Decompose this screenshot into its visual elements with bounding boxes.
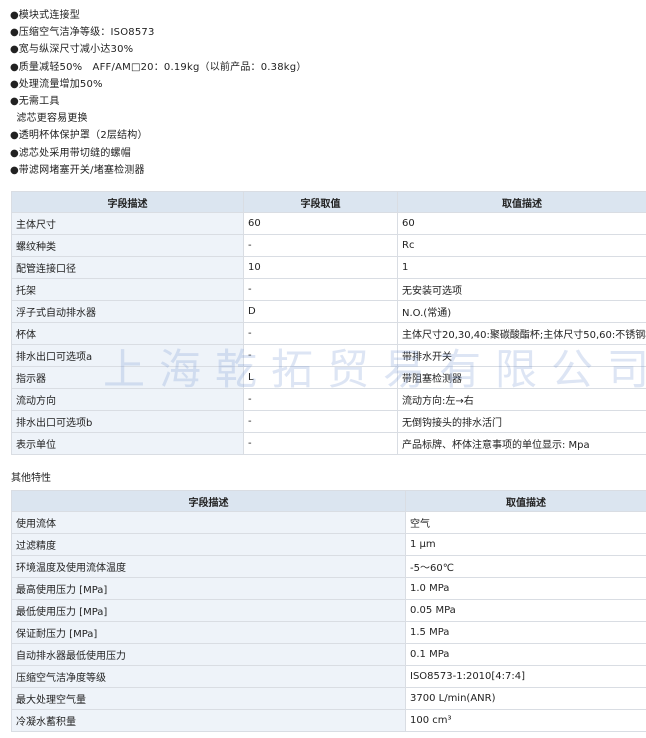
feature-item: ●处理流量增加50% [10, 78, 103, 90]
field-name: 最低使用压力 [MPa] [11, 599, 406, 622]
feature-list: ●模块式连接型 ●压缩空气洁净等级：ISO8573 ●宽与纵深尺寸减小达30% … [10, 7, 307, 179]
field-value: D [243, 300, 398, 323]
table-row: 自动排水器最低使用压力 0.1 MPa [11, 643, 646, 666]
feature-item: ●无需工具 [10, 95, 60, 107]
field-name: 浮子式自动排水器 [11, 300, 244, 323]
value-description: N.O.(常通) [397, 300, 646, 323]
value-description: 带阻塞检测器 [397, 366, 646, 389]
value-description: 100 cm³ [405, 709, 646, 732]
table-row: 冷凝水蓄积量 100 cm³ [11, 709, 646, 732]
field-name: 托架 [11, 278, 244, 301]
table-row: 环境温度及使用流体温度 -5～60℃ [11, 555, 646, 578]
field-name: 杯体 [11, 322, 244, 345]
field-value: - [243, 410, 398, 433]
field-name: 螺纹种类 [11, 234, 244, 257]
table-row: 表示单位 - 产品标牌、杯体注意事项的单位显示: Mpa [11, 432, 646, 455]
value-description: 无倒钩接头的排水活门 [397, 410, 646, 433]
other-specs-table: 字段描述 取值描述 使用流体 空气 过滤精度 1 μm 环境温度及使用流体温度 -5～… [11, 490, 646, 732]
table-row: 过滤精度 1 μm [11, 533, 646, 556]
feature-item: ●质量减轻50% AFF/AM□20：0.19kg（以前产品：0.38kg） [10, 61, 307, 73]
value-description: 无安装可选项 [397, 278, 646, 301]
value-description: 0.05 MPa [405, 599, 646, 622]
field-name: 配管连接口径 [11, 256, 244, 279]
feature-item: ●滤芯处采用带切缝的螺帽 [10, 147, 131, 159]
table-row: 排水出口可选项b - 无倒钩接头的排水活门 [11, 410, 646, 433]
column-header: 取值描述 [397, 191, 646, 213]
field-value: - [243, 388, 398, 411]
table-row: 最高使用压力 [MPa] 1.0 MPa [11, 577, 646, 600]
value-description: 3700 L/min(ANR) [405, 687, 646, 710]
field-name: 流动方向 [11, 388, 244, 411]
value-description: ISO8573-1:2010[4:7:4] [405, 665, 646, 688]
spec-table: 字段描述 字段取值 取值描述 主体尺寸 60 60 螺纹种类 - Rc 配管连接口径 10… [11, 191, 646, 455]
field-value: - [243, 322, 398, 345]
field-value: 60 [243, 212, 398, 235]
column-header: 字段取值 [243, 191, 398, 213]
table-header-row: 字段描述 取值描述 [11, 490, 646, 512]
field-name: 排水出口可选项b [11, 410, 244, 433]
field-name: 指示器 [11, 366, 244, 389]
table-row: 托架 - 无安装可选项 [11, 278, 646, 301]
field-name: 使用流体 [11, 511, 406, 534]
table-header-row: 字段描述 字段取值 取值描述 [11, 191, 646, 213]
table-row: 使用流体 空气 [11, 511, 646, 534]
value-description: 1 μm [405, 533, 646, 556]
value-description: 主体尺寸20,30,40:聚碳酸酯杯;主体尺寸50,60:不锈钢杯 [397, 322, 646, 345]
field-name: 最大处理空气量 [11, 687, 406, 710]
value-description: 产品标牌、杯体注意事项的单位显示: Mpa [397, 432, 646, 455]
field-name: 保证耐压力 [MPa] [11, 621, 406, 644]
field-name: 环境温度及使用流体温度 [11, 555, 406, 578]
field-name: 排水出口可选项a [11, 344, 244, 367]
value-description: -5～60℃ [405, 555, 646, 578]
field-value: - [243, 432, 398, 455]
field-name: 主体尺寸 [11, 212, 244, 235]
table-row: 主体尺寸 60 60 [11, 212, 646, 235]
table-row: 排水出口可选项a - 带排水开关 [11, 344, 646, 367]
feature-item: ●透明杯体保护罩（2层结构） [10, 130, 148, 142]
field-value: L [243, 366, 398, 389]
field-value: - [243, 278, 398, 301]
value-description: 1.0 MPa [405, 577, 646, 600]
feature-item: ●压缩空气洁净等级：ISO8573 [10, 27, 155, 39]
field-value: 10 [243, 256, 398, 279]
section-title: 其他特性 [11, 473, 51, 484]
value-description: 60 [397, 212, 646, 235]
field-name: 表示单位 [11, 432, 244, 455]
field-name: 冷凝水蓄积量 [11, 709, 406, 732]
value-description: 带排水开关 [397, 344, 646, 367]
table-row: 最低使用压力 [MPa] 0.05 MPa [11, 599, 646, 622]
table-row: 压缩空气洁净度等级 ISO8573-1:2010[4:7:4] [11, 665, 646, 688]
table-row: 浮子式自动排水器 D N.O.(常通) [11, 300, 646, 323]
column-header: 字段描述 [11, 490, 406, 512]
table-row: 配管连接口径 10 1 [11, 256, 646, 279]
field-value: - [243, 234, 398, 257]
table-row: 最大处理空气量 3700 L/min(ANR) [11, 687, 646, 710]
feature-item: ●宽与纵深尺寸减小达30% [10, 44, 134, 56]
value-description: 1.5 MPa [405, 621, 646, 644]
table-row: 杯体 - 主体尺寸20,30,40:聚碳酸酯杯;主体尺寸50,60:不锈钢杯 [11, 322, 646, 345]
value-description: 空气 [405, 511, 646, 534]
feature-item: ●模块式连接型 [10, 10, 80, 21]
table-row: 螺纹种类 - Rc [11, 234, 646, 257]
field-name: 自动排水器最低使用压力 [11, 643, 406, 666]
value-description: 1 [397, 256, 646, 279]
field-value: - [243, 344, 398, 367]
column-header: 字段描述 [11, 191, 244, 213]
value-description: 0.1 MPa [405, 643, 646, 666]
field-name: 最高使用压力 [MPa] [11, 577, 406, 600]
value-description: Rc [397, 234, 646, 257]
feature-item: ●带滤网堵塞开关/堵塞检测器 [10, 164, 145, 176]
value-description: 流动方向:左→右 [397, 388, 646, 411]
field-name: 过滤精度 [11, 533, 406, 556]
field-name: 压缩空气洁净度等级 [11, 665, 406, 688]
column-header: 取值描述 [405, 490, 646, 512]
table-row: 指示器 L 带阻塞检测器 [11, 366, 646, 389]
table-row: 流动方向 - 流动方向:左→右 [11, 388, 646, 411]
feature-item-sub: 滤芯更容易更换 [16, 113, 88, 125]
table-row: 保证耐压力 [MPa] 1.5 MPa [11, 621, 646, 644]
